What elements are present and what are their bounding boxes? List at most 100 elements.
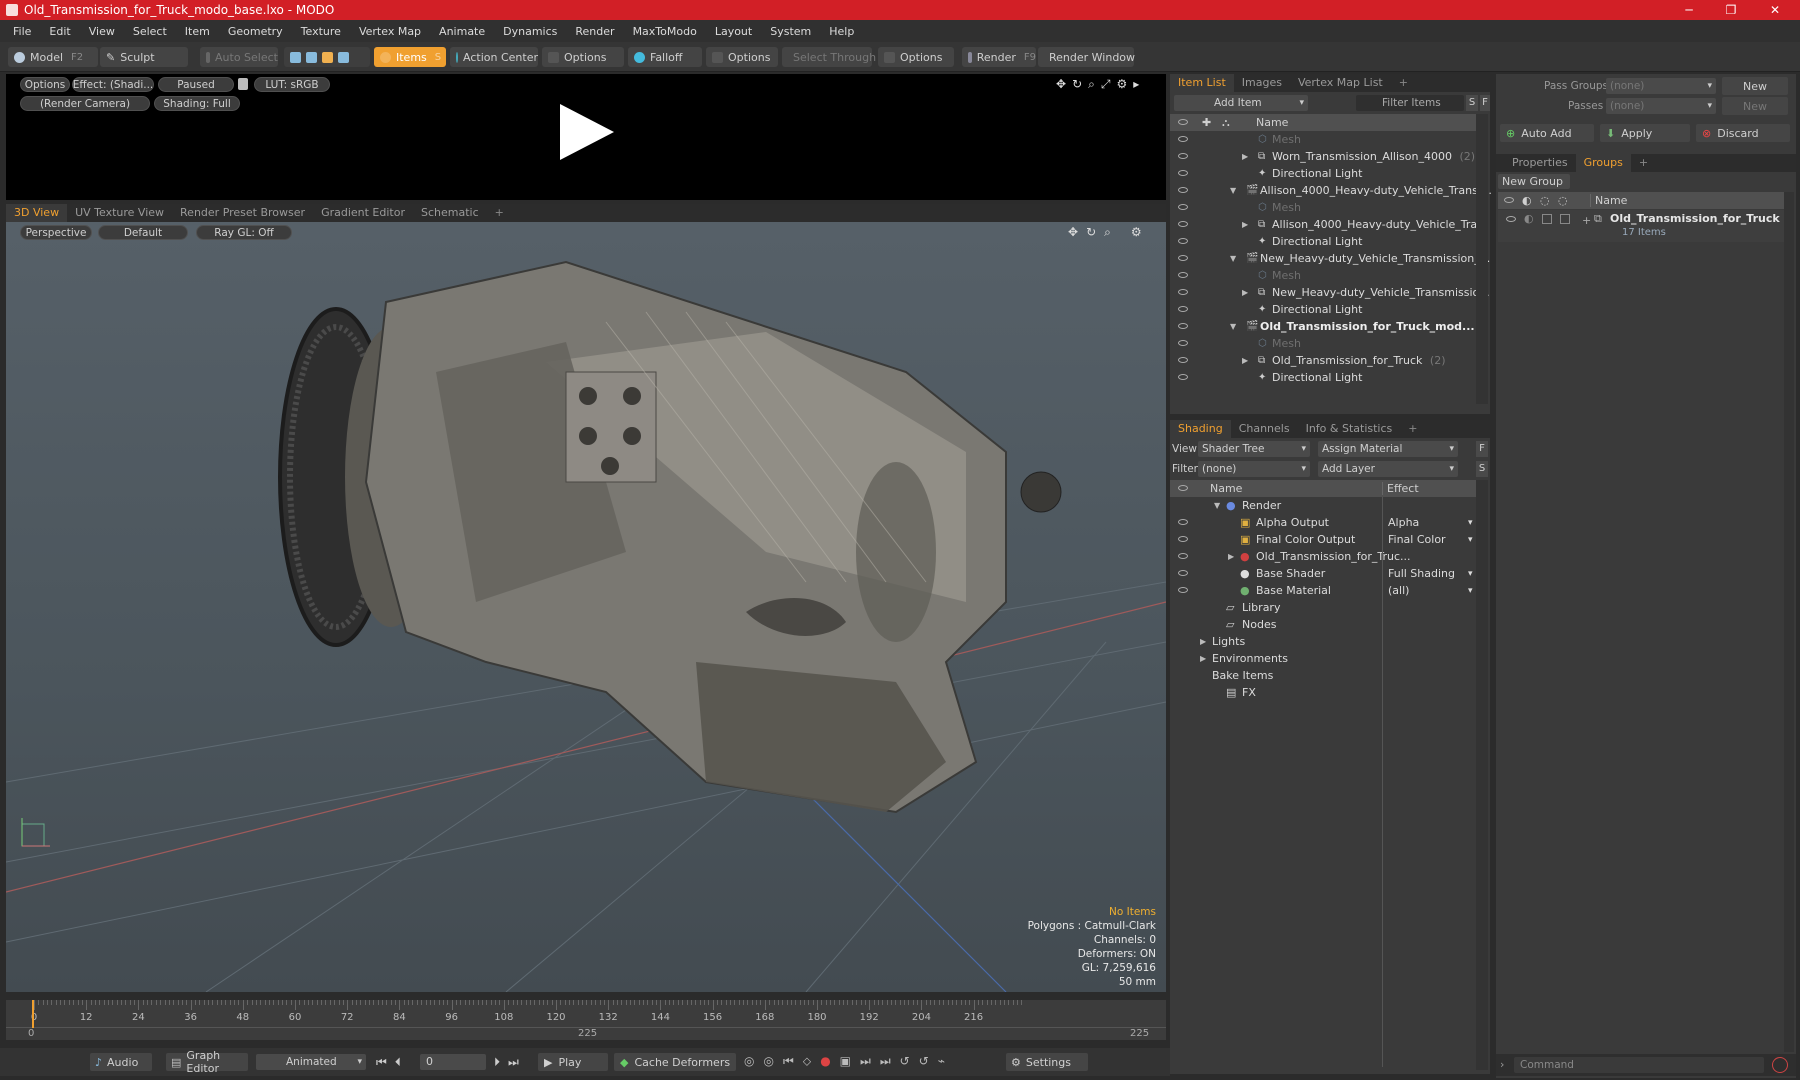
tab-render-preset-browser[interactable]: Render Preset Browser bbox=[172, 204, 313, 222]
pass-groups-dropdown[interactable]: (none) bbox=[1606, 78, 1716, 94]
sculpt-mode-button[interactable]: ✎ Sculpt bbox=[100, 47, 188, 67]
chevron-down-icon[interactable]: ▾ bbox=[1468, 569, 1473, 579]
tab-images[interactable]: Images bbox=[1234, 74, 1290, 92]
key-next-icon[interactable]: ⏭ bbox=[880, 1054, 891, 1069]
minimize-button[interactable]: ─ bbox=[1666, 0, 1712, 20]
shader-tree-row[interactable]: ▶ Lights bbox=[1170, 633, 1476, 650]
arrow-right-icon[interactable]: ▸ bbox=[1133, 77, 1139, 91]
select-through-options-button[interactable]: Options bbox=[878, 47, 954, 67]
expand-arrow-icon[interactable]: ▶ bbox=[1200, 637, 1206, 646]
expand-arrow-icon[interactable]: ▶ bbox=[1242, 288, 1248, 297]
assign-material-dropdown[interactable]: Assign Material bbox=[1318, 441, 1458, 457]
effect-dropdown[interactable]: (all) bbox=[1388, 584, 1474, 597]
shader-tree-row[interactable]: ▶ Environments bbox=[1170, 650, 1476, 667]
polygons-mode-icon[interactable] bbox=[322, 51, 333, 63]
passes-dropdown[interactable]: (none) bbox=[1606, 98, 1716, 114]
item-list-row[interactable]: ✦ Directional Light bbox=[1170, 369, 1476, 386]
add-layer-dropdown[interactable]: Add Layer bbox=[1318, 461, 1458, 477]
item-list-row[interactable]: ✦ Directional Light bbox=[1170, 301, 1476, 318]
loop-icon[interactable]: ↺ bbox=[900, 1054, 910, 1069]
zoom-icon[interactable]: ⌕ bbox=[1104, 225, 1111, 239]
mute-icon[interactable]: ⌁ bbox=[938, 1054, 945, 1069]
chevron-down-icon[interactable]: ▾ bbox=[1468, 586, 1473, 596]
visibility-eye-icon[interactable] bbox=[1178, 519, 1188, 525]
play-icon[interactable] bbox=[554, 100, 618, 164]
command-input[interactable]: Command bbox=[1514, 1057, 1764, 1073]
effect-dropdown[interactable]: Final Color bbox=[1388, 533, 1474, 546]
item-list-row[interactable]: ▶ ⧉ Old_Transmission_for_Truck (2) bbox=[1170, 352, 1476, 369]
collapse-arrow-icon[interactable]: ▼ bbox=[1230, 186, 1236, 195]
visibility-eye-icon[interactable] bbox=[1178, 170, 1188, 176]
perspective-dropdown[interactable]: Perspective bbox=[20, 225, 92, 240]
shading-f-button[interactable]: F bbox=[1476, 441, 1488, 457]
expand-arrow-icon[interactable]: ▶ bbox=[1200, 654, 1206, 663]
zoom-icon[interactable]: ⌕ bbox=[1088, 77, 1095, 91]
prev-frame-icon[interactable]: ⏴ bbox=[395, 1055, 401, 1070]
expand-arrow-icon[interactable]: ▶ bbox=[1242, 356, 1248, 365]
render-toggle-icon[interactable]: ◐ bbox=[1524, 212, 1534, 225]
expand-icon[interactable]: + bbox=[1582, 214, 1591, 227]
menu-texture[interactable]: Texture bbox=[292, 25, 350, 38]
settings-button[interactable]: ⚙ Settings bbox=[1006, 1053, 1088, 1071]
menu-select[interactable]: Select bbox=[124, 25, 176, 38]
item-list-row[interactable]: ⬡ Mesh bbox=[1170, 199, 1476, 216]
record-icon[interactable]: ● bbox=[820, 1054, 830, 1069]
visibility-eye-icon[interactable] bbox=[1178, 204, 1188, 210]
visibility-eye-icon[interactable] bbox=[1178, 374, 1188, 380]
menu-view[interactable]: View bbox=[80, 25, 124, 38]
add-tab-button[interactable]: + bbox=[1391, 74, 1416, 92]
viewport-settings-icon[interactable]: ⚙ bbox=[1131, 225, 1142, 239]
menu-system[interactable]: System bbox=[761, 25, 820, 38]
command-stop-icon[interactable] bbox=[1772, 1057, 1788, 1073]
tab-info-statistics[interactable]: Info & Statistics bbox=[1298, 420, 1401, 438]
menu-file[interactable]: File bbox=[4, 25, 40, 38]
chevron-down-icon[interactable]: ▾ bbox=[1468, 518, 1473, 528]
materials-mode-icon[interactable] bbox=[338, 51, 349, 63]
move-icon[interactable]: ✥ bbox=[1056, 77, 1066, 91]
preview-lut-dropdown[interactable]: LUT: sRGB bbox=[254, 77, 330, 92]
filter-items-field[interactable]: Filter Items bbox=[1356, 95, 1464, 111]
menu-maxtomodo[interactable]: MaxToModo bbox=[624, 25, 706, 38]
apply-button[interactable]: ⬇ Apply bbox=[1600, 124, 1690, 142]
visibility-eye-icon[interactable] bbox=[1178, 153, 1188, 159]
maximize-button[interactable]: ❐ bbox=[1708, 0, 1754, 20]
visibility-eye-icon[interactable] bbox=[1178, 238, 1188, 244]
preview-options-button[interactable]: Options bbox=[20, 77, 70, 92]
timeline[interactable]: 0 12 24 36 48 60 72 84 96 108 120 132 144 156 168 180 19… bbox=[6, 1000, 1166, 1040]
item-list-row[interactable]: ⬡ Mesh bbox=[1170, 335, 1476, 352]
item-list-row[interactable]: ▼ 🎬 Allison_4000_Heavy-duty_Vehicle_Trans … bbox=[1170, 182, 1492, 199]
close-button[interactable]: ✕ bbox=[1752, 0, 1798, 20]
shader-tree-row[interactable]: ▤ FX bbox=[1170, 684, 1476, 701]
collapse-arrow-icon[interactable]: ▼ bbox=[1230, 322, 1236, 331]
menu-dynamics[interactable]: Dynamics bbox=[494, 25, 566, 38]
3d-viewport[interactable]: Perspective Default Ray GL: Off ✥ ↻ ⌕ ⚙ No … bbox=[6, 222, 1166, 992]
last-frame-icon[interactable]: ⏭ bbox=[508, 1055, 519, 1070]
edges-mode-icon[interactable] bbox=[306, 51, 317, 63]
expand-arrow-icon[interactable]: ▶ bbox=[1242, 152, 1248, 161]
menu-geometry[interactable]: Geometry bbox=[219, 25, 292, 38]
frame-field[interactable]: 0 bbox=[420, 1054, 486, 1070]
shader-tree-row[interactable]: ▣ Alpha Output Alpha ▾ bbox=[1170, 514, 1476, 531]
tab-shading[interactable]: Shading bbox=[1170, 420, 1231, 438]
menu-edit[interactable]: Edit bbox=[40, 25, 79, 38]
item-list-row[interactable]: ▶ ⧉ New_Heavy-duty_Vehicle_Transmissio... bbox=[1170, 284, 1490, 301]
visibility-eye-icon[interactable] bbox=[1178, 289, 1188, 295]
name-column-header[interactable]: Name bbox=[1590, 194, 1627, 207]
visibility-eye-icon[interactable] bbox=[1178, 255, 1188, 261]
loop2-icon[interactable]: ↺ bbox=[919, 1054, 929, 1069]
item-list-row[interactable]: ⬡ Mesh bbox=[1170, 267, 1476, 284]
menu-render[interactable]: Render bbox=[566, 25, 623, 38]
item-list-row[interactable]: ✦ Directional Light bbox=[1170, 233, 1476, 250]
menu-vertex-map[interactable]: Vertex Map bbox=[350, 25, 430, 38]
tab-uv-texture-view[interactable]: UV Texture View bbox=[67, 204, 172, 222]
collapse-arrow-icon[interactable]: ▼ bbox=[1230, 254, 1236, 263]
preview-effect-dropdown[interactable]: Effect: (Shadi... bbox=[72, 77, 154, 92]
menu-item[interactable]: Item bbox=[176, 25, 219, 38]
shader-tree-row[interactable]: ▱ Nodes bbox=[1170, 616, 1476, 633]
effect-dropdown[interactable]: Full Shading bbox=[1388, 567, 1474, 580]
items-mode-button[interactable]: Items S bbox=[374, 47, 446, 67]
gear-icon[interactable]: ⚙ bbox=[1116, 77, 1127, 91]
add-tab-button[interactable]: + bbox=[487, 204, 512, 222]
groups-scrollbar[interactable] bbox=[1784, 192, 1794, 1052]
shader-tree-row[interactable]: ● Base Shader Full Shading ▾ bbox=[1170, 565, 1476, 582]
